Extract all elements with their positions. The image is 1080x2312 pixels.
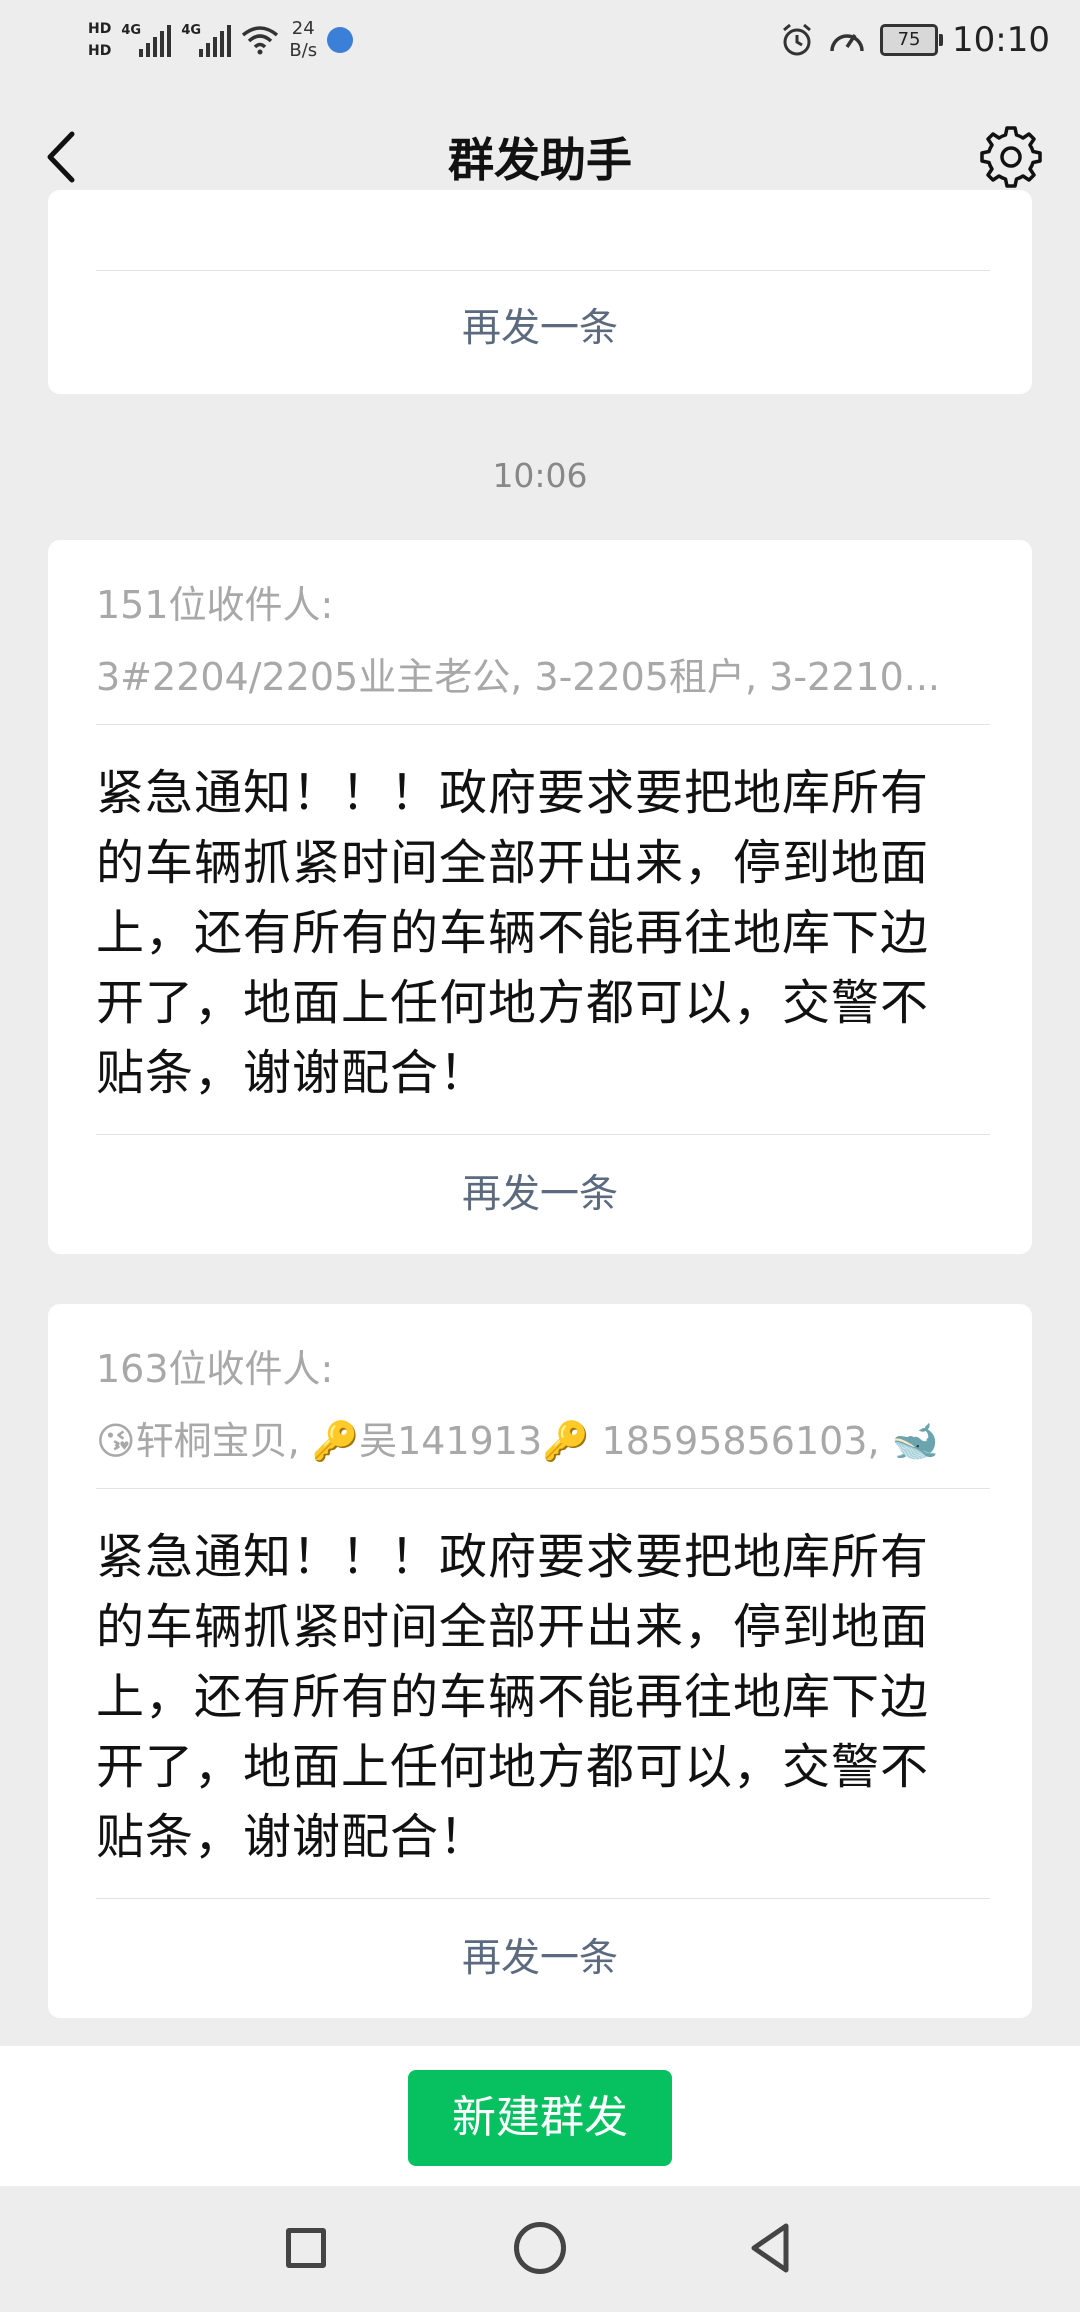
resend-button[interactable]: 再发一条 [48,1140,1032,1250]
recipients-count: 163位收件人: [96,1347,334,1391]
message-text: 紧急通知！！！政府要求要把地库所有的车辆抓紧时间全部开出来，停到地面上，还有所有… [96,765,930,1101]
signal-icon: 4G [121,23,172,57]
bottom-action-bar: 新建群发 [0,2046,1080,2186]
speed-unit: B/s [289,40,318,61]
signal-label: 4G [121,23,142,38]
broadcast-card: 163位收件人: 😘轩桐宝贝, 🔑吴141913🔑 18595856103, 🐋… [48,1304,1032,2018]
recipients-list[interactable]: 3#2204/2205业主老公, 3-2205租户, 3-2210... [96,646,972,701]
wifi-icon [242,26,279,55]
network-speed: 24 B/s [289,18,317,62]
card-divider [96,724,990,725]
hd1-label: HD [88,21,112,37]
card-divider [96,1134,990,1135]
signal-label-2: 4G [181,23,202,38]
gear-icon[interactable] [978,124,1044,190]
home-icon[interactable] [514,2222,566,2274]
battery-icon: 75 [880,24,944,56]
recent-apps-icon[interactable] [286,2228,326,2268]
resend-button[interactable]: 再发一条 [48,1904,1032,2014]
hd2-label: HD [88,43,112,59]
status-left: HD HD 4G 4G 24 B/s [88,14,354,66]
card-divider [96,1488,990,1489]
browser-icon [327,27,354,53]
recipients-count: 151位收件人: [96,583,334,627]
resend-button[interactable]: 再发一条 [48,274,1032,384]
new-broadcast-button[interactable]: 新建群发 [408,2070,672,2166]
broadcast-card: 151位收件人: 3#2204/2205业主老公, 3-2205租户, 3-22… [48,540,1032,1254]
recipients-list[interactable]: 😘轩桐宝贝, 🔑吴141913🔑 18595856103, 🐋 [96,1410,972,1465]
message-text: 紧急通知！！！政府要求要把地库所有的车辆抓紧时间全部开出来，停到地面上，还有所有… [96,1529,930,1865]
signal-icon-2: 4G [181,23,232,57]
page-title: 群发助手 [448,133,632,187]
alarm-icon [783,23,811,56]
broadcast-card-previous: 再发一条 [48,190,1032,394]
status-bar: HD HD 4G 4G 24 B/s 75 10:10 [0,0,1080,80]
message-timestamp: 10:06 [492,456,588,495]
card-divider [96,270,990,271]
system-navigation-bar [0,2186,1080,2312]
card-divider [96,1898,990,1899]
speedometer-icon [830,34,864,52]
speed-value: 24 [291,18,315,39]
status-right: 75 10:10 [780,14,1050,66]
hd-indicator: HD HD [88,18,111,62]
status-time: 10:10 [952,20,1050,60]
back-triangle-icon[interactable] [746,2220,796,2276]
